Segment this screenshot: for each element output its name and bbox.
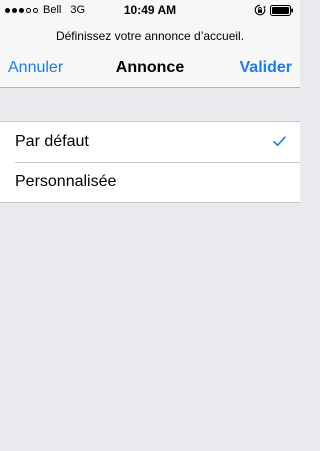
battery-icon [270, 4, 293, 16]
status-right [254, 3, 294, 17]
option-default-label: Par défaut [15, 133, 89, 150]
nav-prompt: Définissez votre annonce d’accueil. [55, 29, 245, 43]
navigation-bar: Définissez votre annonce d’accueil. Annu… [0, 20, 300, 88]
option-custom-label: Personnalisée [15, 173, 117, 190]
voicemail-greeting-screen: Bell 3G 10:49 AM Définissez votre annonc… [0, 0, 300, 451]
rotation-lock-icon [254, 4, 266, 16]
greeting-options-list: Par défaut Personnalisée [0, 121, 300, 203]
done-button[interactable]: Valider [240, 59, 292, 77]
option-default[interactable]: Par défaut [0, 122, 300, 162]
checkmark-icon [273, 136, 286, 147]
option-custom[interactable]: Personnalisée [0, 162, 300, 202]
status-bar: Bell 3G 10:49 AM [0, 0, 300, 20]
